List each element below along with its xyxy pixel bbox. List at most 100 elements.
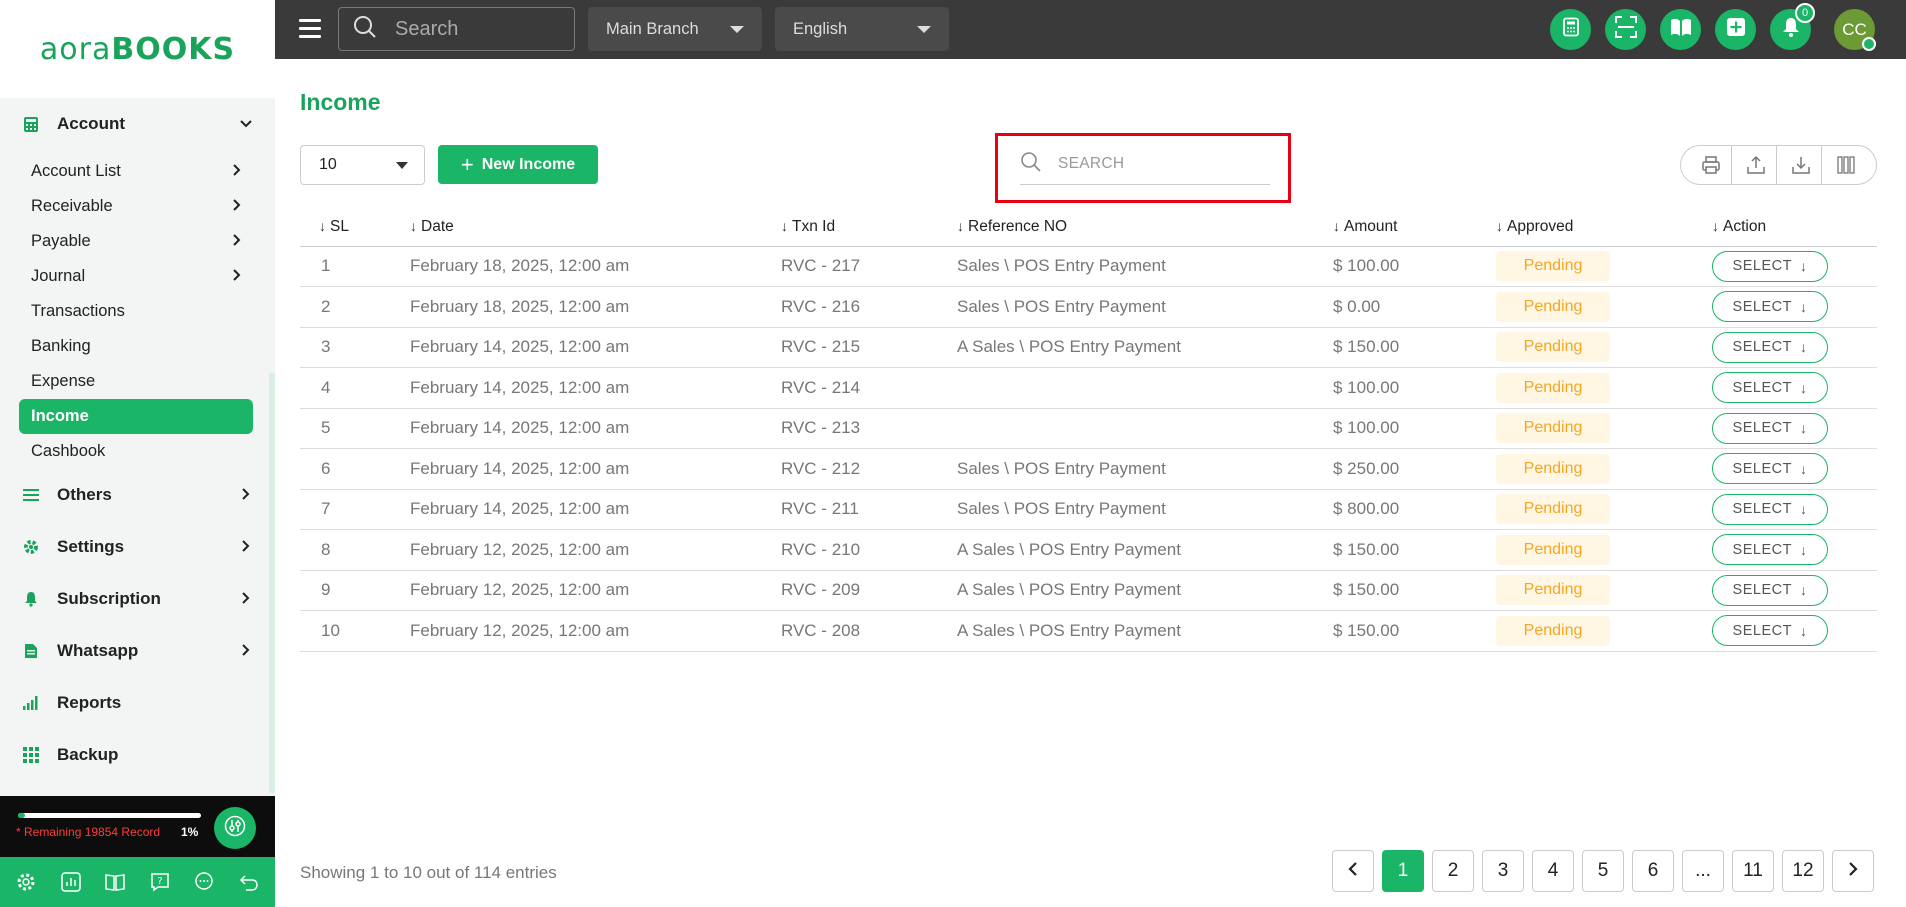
sidebar-group-settings[interactable]: Settings: [0, 521, 275, 573]
table-row[interactable]: 8 February 12, 2025, 12:00 am RVC - 210 A S…: [300, 529, 1877, 571]
column-header-txn-id[interactable]: ↓ Txn Id: [781, 209, 957, 247]
select-action-button[interactable]: SELECT ↓: [1712, 412, 1828, 444]
per-page-select[interactable]: 10: [300, 145, 425, 185]
sidebar-group-subscription[interactable]: Subscription: [0, 573, 275, 625]
global-search-input[interactable]: Search: [338, 7, 575, 51]
select-action-button[interactable]: SELECT ↓: [1712, 372, 1828, 404]
column-header-action[interactable]: ↓ Action: [1712, 209, 1877, 247]
quick-add-button[interactable]: [1715, 9, 1756, 50]
select-action-button[interactable]: SELECT ↓: [1712, 615, 1828, 647]
table-row[interactable]: 6 February 14, 2025, 12:00 am RVC - 212 Sal…: [300, 448, 1877, 490]
list-icon: [22, 486, 40, 504]
page-button[interactable]: 11: [1732, 850, 1774, 892]
search-highlight-box: SEARCH: [995, 133, 1291, 203]
table-row[interactable]: 10 February 12, 2025, 12:00 am RVC - 208 A …: [300, 610, 1877, 652]
table-search-input[interactable]: SEARCH: [1020, 144, 1270, 185]
chevron-right-icon: [233, 269, 241, 284]
print-icon[interactable]: [1690, 146, 1732, 184]
cell-date: February 18, 2025, 12:00 am: [410, 246, 781, 287]
cell-amount: $ 100.00: [1333, 408, 1496, 449]
sidebar-item-payable[interactable]: Payable: [19, 224, 253, 259]
user-avatar[interactable]: CC: [1834, 9, 1876, 51]
chart-icon[interactable]: [56, 867, 86, 897]
help-icon[interactable]: ?: [145, 867, 175, 897]
sidebar-item-income[interactable]: Income: [19, 399, 253, 434]
hamburger-menu-icon[interactable]: [299, 19, 321, 39]
select-action-button[interactable]: SELECT ↓: [1712, 493, 1828, 525]
arrow-down-icon: ↓: [1799, 339, 1808, 356]
select-action-button[interactable]: SELECT ↓: [1712, 250, 1828, 282]
table-row[interactable]: 3 February 14, 2025, 12:00 am RVC - 215 A S…: [300, 327, 1877, 368]
next-page-button[interactable]: [1832, 850, 1874, 892]
sidebar-item-banking[interactable]: Banking: [19, 329, 253, 364]
page-button[interactable]: 12: [1782, 850, 1824, 892]
brand-logo[interactable]: aoraBOOKS: [0, 0, 275, 98]
select-action-button[interactable]: SELECT ↓: [1712, 291, 1828, 323]
select-action-button[interactable]: SELECT ↓: [1712, 453, 1828, 485]
cell-txn-id: RVC - 214: [781, 367, 957, 409]
upload-icon[interactable]: [1735, 146, 1777, 184]
cell-date: February 14, 2025, 12:00 am: [410, 327, 781, 368]
sidebar-menu[interactable]: Account Account List Receivable Payable …: [0, 98, 275, 796]
book-icon[interactable]: [100, 867, 130, 897]
sidebar-item-cashbook[interactable]: Cashbook: [19, 434, 253, 469]
page-button[interactable]: 3: [1482, 850, 1524, 892]
barcode-icon[interactable]: [1825, 146, 1867, 184]
page-button[interactable]: 2: [1432, 850, 1474, 892]
sidebar-group-whatsapp[interactable]: Whatsapp: [0, 625, 275, 677]
page-button[interactable]: 4: [1532, 850, 1574, 892]
sidebar-group-others[interactable]: Others: [0, 469, 275, 521]
prev-page-button[interactable]: [1332, 850, 1374, 892]
cell-reference: A Sales \ POS Entry Payment: [957, 529, 1333, 571]
branch-select[interactable]: Main Branch: [588, 7, 762, 51]
column-header-sl[interactable]: ↓ SL: [300, 209, 410, 247]
page-button[interactable]: 5: [1582, 850, 1624, 892]
scan-button[interactable]: [1605, 9, 1646, 50]
undo-icon[interactable]: [234, 867, 264, 897]
language-select-value: English: [793, 19, 848, 38]
sidebar-item-account-list[interactable]: Account List: [19, 154, 253, 189]
table-search-placeholder: SEARCH: [1058, 155, 1125, 172]
chevron-right-icon: [233, 199, 241, 214]
upgrade-button[interactable]: [214, 807, 256, 849]
calculator-button[interactable]: [1550, 9, 1591, 50]
table-row[interactable]: 9 February 12, 2025, 12:00 am RVC - 209 A S…: [300, 570, 1877, 611]
page-button[interactable]: 6: [1632, 850, 1674, 892]
new-income-button[interactable]: + New Income: [438, 145, 598, 184]
column-header-reference[interactable]: ↓ Reference NO: [957, 209, 1333, 247]
column-header-amount[interactable]: ↓ Amount: [1333, 209, 1496, 247]
status-badge: Pending: [1496, 534, 1610, 565]
table-row[interactable]: 7 February 14, 2025, 12:00 am RVC - 211 Sal…: [300, 489, 1877, 530]
cell-approved: Pending: [1496, 367, 1712, 409]
table-row[interactable]: 4 February 14, 2025, 12:00 am RVC - 214 $ 1…: [300, 367, 1877, 409]
sidebar-item-journal[interactable]: Journal: [19, 259, 253, 294]
column-header-approved[interactable]: ↓ Approved: [1496, 209, 1712, 247]
select-action-button[interactable]: SELECT ↓: [1712, 534, 1828, 566]
gear-icon[interactable]: [11, 867, 41, 897]
column-header-label: Reference NO: [968, 218, 1068, 236]
cell-reference: A Sales \ POS Entry Payment: [957, 327, 1333, 368]
table-row[interactable]: 5 February 14, 2025, 12:00 am RVC - 213 $ 1…: [300, 408, 1877, 449]
sidebar-group-reports[interactable]: Reports: [0, 677, 275, 729]
sidebar-item-expense[interactable]: Expense: [19, 364, 253, 399]
page-button[interactable]: 1: [1382, 850, 1424, 892]
select-action-button[interactable]: SELECT ↓: [1712, 574, 1828, 606]
notifications-button[interactable]: 0: [1770, 3, 1815, 50]
select-action-button[interactable]: SELECT ↓: [1712, 331, 1828, 363]
download-icon[interactable]: [1780, 146, 1822, 184]
table-row[interactable]: 1 February 18, 2025, 12:00 am RVC - 217 Sal…: [300, 246, 1877, 287]
guide-button[interactable]: [1660, 9, 1701, 50]
chat-icon[interactable]: [189, 867, 219, 897]
cell-amount: $ 150.00: [1333, 610, 1496, 652]
sidebar-item-receivable[interactable]: Receivable: [19, 189, 253, 224]
table-row[interactable]: 2 February 18, 2025, 12:00 am RVC - 216 Sal…: [300, 286, 1877, 328]
sidebar-group-account[interactable]: Account: [0, 98, 275, 150]
svg-text:?: ?: [157, 876, 162, 887]
sidebar-item-transactions[interactable]: Transactions: [19, 294, 253, 329]
sidebar-group-backup[interactable]: Backup: [0, 729, 275, 781]
cell-action: SELECT ↓: [1712, 448, 1877, 490]
cell-reference: Sales \ POS Entry Payment: [957, 246, 1333, 287]
column-header-date[interactable]: ↓ Date: [410, 209, 781, 247]
quota-remaining-text: * Remaining 19854 Record: [16, 825, 161, 839]
language-select[interactable]: English: [775, 7, 949, 51]
